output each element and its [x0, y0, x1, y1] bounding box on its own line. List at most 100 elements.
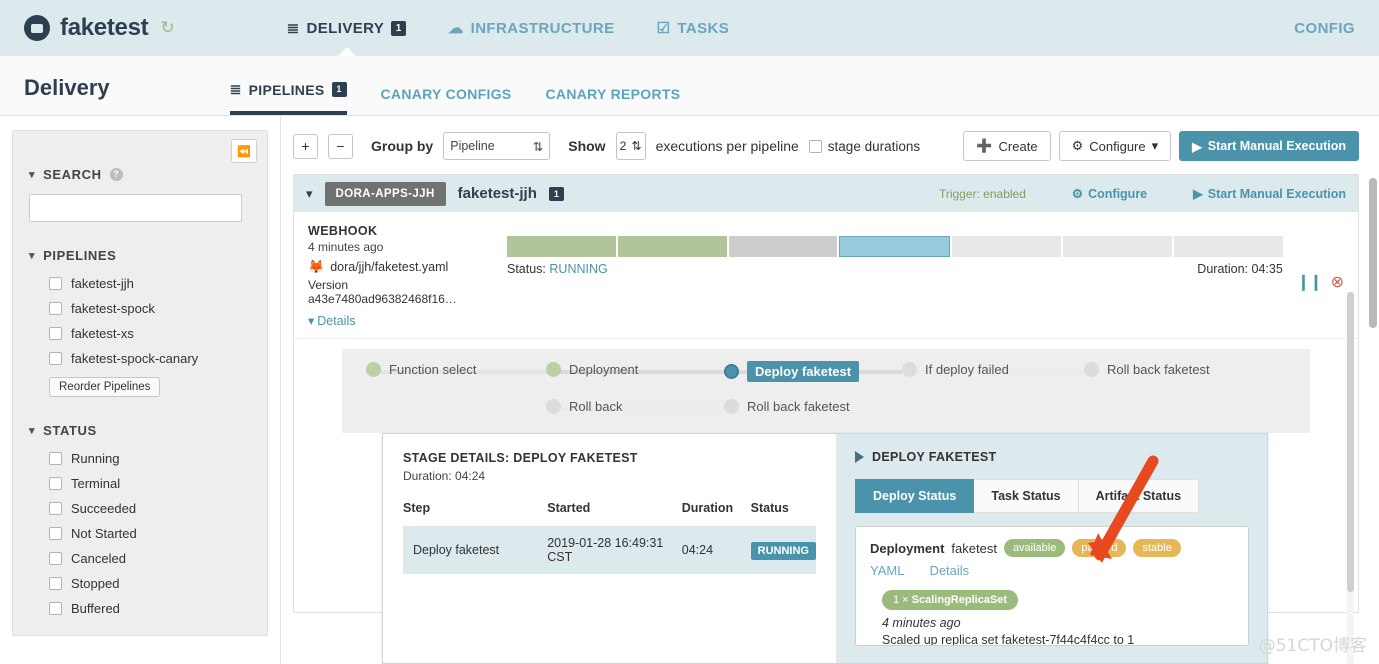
stage-details-duration: Duration: 04:24: [403, 469, 486, 483]
sidebar-section-pipelines[interactable]: ▾ PIPELINES: [29, 248, 253, 263]
nav-item-infrastructure[interactable]: ☁ INFRASTRUCTURE: [448, 19, 614, 38]
nav-item-config[interactable]: CONFIG: [1294, 20, 1355, 37]
checkbox-icon[interactable]: [49, 302, 62, 315]
show-label: Show: [568, 138, 606, 154]
tab-canary-configs[interactable]: CANARY CONFIGS: [381, 86, 512, 115]
double-chevron-left-icon[interactable]: ⏪: [231, 139, 257, 163]
stage-bar[interactable]: [728, 236, 838, 257]
yaml-link[interactable]: YAML: [870, 563, 904, 578]
pause-icon[interactable]: ❙❙: [1297, 272, 1323, 292]
sidebar-status-succeeded[interactable]: Succeeded: [49, 496, 253, 521]
checkbox-icon[interactable]: [49, 477, 62, 490]
deploy-panel-title: DEPLOY FAKETEST: [872, 450, 997, 464]
graph-node-deployment[interactable]: Deployment: [546, 362, 638, 377]
scrollbar-thumb[interactable]: [1369, 178, 1377, 328]
collapse-all-button[interactable]: −: [328, 133, 353, 159]
chevron-down-icon[interactable]: ▾: [306, 186, 313, 202]
sidebar-filter-faketest-spock[interactable]: faketest-spock: [49, 296, 253, 321]
nav-item-tasks[interactable]: ☑ TASKS: [657, 19, 730, 38]
tab-canary-reports[interactable]: CANARY REPORTS: [546, 86, 681, 115]
stage-bar[interactable]: [952, 236, 1062, 257]
sidebar-status-canceled[interactable]: Canceled: [49, 546, 253, 571]
page-scrollbar[interactable]: [1369, 178, 1377, 664]
details-link[interactable]: Details: [929, 563, 969, 578]
execution-details-label: Details: [317, 313, 356, 328]
cell-status: RUNNING: [750, 526, 816, 574]
table-row[interactable]: Deploy faketest 2019-01-28 16:49:31 CST …: [403, 526, 816, 574]
sidebar-status-terminal[interactable]: Terminal: [49, 471, 253, 496]
sidebar-filter-label: faketest-spock-canary: [71, 351, 199, 366]
tab-artifact-status[interactable]: Artifact Status: [1078, 479, 1200, 513]
graph-node-roll-back-faketest-2[interactable]: Roll back faketest: [1084, 362, 1210, 377]
graph-node-roll-back-faketest-1[interactable]: Roll back faketest: [724, 399, 850, 414]
pipeline-start-manual-link[interactable]: ▶ Start Manual Execution: [1193, 186, 1346, 202]
checkbox-icon[interactable]: [49, 527, 62, 540]
execution-details-toggle[interactable]: ▾ Details: [308, 313, 493, 329]
stage-bar[interactable]: [1173, 236, 1283, 257]
executions-per-pipeline-label: executions per pipeline: [655, 138, 799, 154]
gear-icon: ⚙: [1071, 138, 1084, 153]
checkbox-icon[interactable]: [49, 452, 62, 465]
pipeline-configure-link[interactable]: ⚙ Configure: [1072, 186, 1148, 202]
execution-version-label: Version: [308, 278, 349, 292]
group-by-select[interactable]: Pipeline ⇅: [443, 132, 551, 160]
deploy-panel-title-row[interactable]: DEPLOY FAKETEST: [855, 450, 1249, 464]
sidebar-section-search[interactable]: ▾ SEARCH ?: [29, 167, 253, 182]
checkbox-icon[interactable]: [49, 352, 62, 365]
pipeline-name: faketest-jjh: [457, 185, 537, 202]
help-icon[interactable]: ?: [109, 168, 123, 181]
pipeline-scrollbar[interactable]: [1347, 292, 1354, 664]
reorder-pipelines-button[interactable]: Reorder Pipelines: [49, 377, 161, 397]
pipeline-configure-label: Configure: [1088, 186, 1148, 201]
sidebar-status-buffered[interactable]: Buffered: [49, 596, 253, 621]
expand-all-button[interactable]: +: [293, 133, 318, 159]
tab-pipelines-label: PIPELINES: [248, 81, 325, 98]
refresh-icon[interactable]: ↻: [160, 18, 174, 38]
graph-node-if-deploy-failed[interactable]: If deploy failed: [902, 362, 1009, 377]
sidebar-filter-faketest-jjh[interactable]: faketest-jjh: [49, 271, 253, 296]
checkbox-icon[interactable]: [808, 139, 822, 153]
create-button[interactable]: ➕ Create: [963, 131, 1051, 161]
scrollbar-thumb[interactable]: [1347, 292, 1354, 592]
pipeline-execution-count: 1: [548, 186, 564, 201]
sidebar-filter-faketest-spock-canary[interactable]: faketest-spock-canary: [49, 346, 253, 371]
application-badge[interactable]: DORA-APPS-JJH: [324, 181, 446, 206]
checkbox-icon[interactable]: [49, 502, 62, 515]
execution-file[interactable]: 🦊 dora/jjh/faketest.yaml: [308, 259, 493, 275]
event-kind-badge: 1 × ScalingReplicaSet: [882, 590, 1019, 610]
tab-deploy-status[interactable]: Deploy Status: [855, 479, 975, 513]
brand[interactable]: faketest: [24, 14, 149, 42]
stage-bar[interactable]: [507, 236, 616, 257]
sidebar-section-pipelines-label: PIPELINES: [43, 248, 117, 263]
stage-bar[interactable]: [839, 236, 951, 257]
configure-button[interactable]: ⚙ Configure ▾: [1058, 131, 1172, 161]
sidebar-status-not-started[interactable]: Not Started: [49, 521, 253, 546]
checkbox-icon[interactable]: [49, 327, 62, 340]
checkbox-icon[interactable]: [49, 277, 62, 290]
stop-circle-icon[interactable]: ⊗: [1331, 272, 1344, 292]
stage-bar[interactable]: [1063, 236, 1172, 257]
graph-node-deploy-faketest[interactable]: Deploy faketest: [724, 361, 860, 382]
executions-count-stepper[interactable]: 2 ⇅: [615, 132, 646, 160]
stage-durations-checkbox[interactable]: stage durations: [808, 139, 920, 154]
sidebar-section-status[interactable]: ▾ STATUS: [29, 423, 253, 438]
executions-count-value: 2: [619, 139, 627, 153]
checkbox-icon[interactable]: [49, 577, 62, 590]
checkbox-icon[interactable]: [49, 602, 62, 615]
list-check-icon: ≣: [286, 20, 300, 37]
tab-task-status[interactable]: Task Status: [974, 479, 1079, 513]
execution-file-label: dora/jjh/faketest.yaml: [330, 260, 449, 274]
graph-node-function-select[interactable]: Function select: [366, 362, 476, 377]
graph-node-roll-back[interactable]: Roll back: [546, 399, 622, 414]
checkbox-icon[interactable]: [49, 552, 62, 565]
sidebar-status-stopped[interactable]: Stopped: [49, 571, 253, 596]
stage-bar[interactable]: [617, 236, 727, 257]
cell-started: 2019-01-28 16:49:31 CST: [547, 526, 682, 574]
search-input[interactable]: [29, 194, 242, 222]
sidebar-filter-faketest-xs[interactable]: faketest-xs: [49, 321, 253, 346]
start-manual-execution-button[interactable]: ▶ Start Manual Execution: [1179, 131, 1359, 161]
execution-version: Version a43e7480ad96382468f16…: [308, 278, 493, 306]
sidebar-status-running[interactable]: Running: [49, 446, 253, 471]
nav-item-delivery[interactable]: ≣ DELIVERY 1: [287, 19, 407, 37]
tab-pipelines[interactable]: ≣ PIPELINES 1: [229, 81, 347, 115]
